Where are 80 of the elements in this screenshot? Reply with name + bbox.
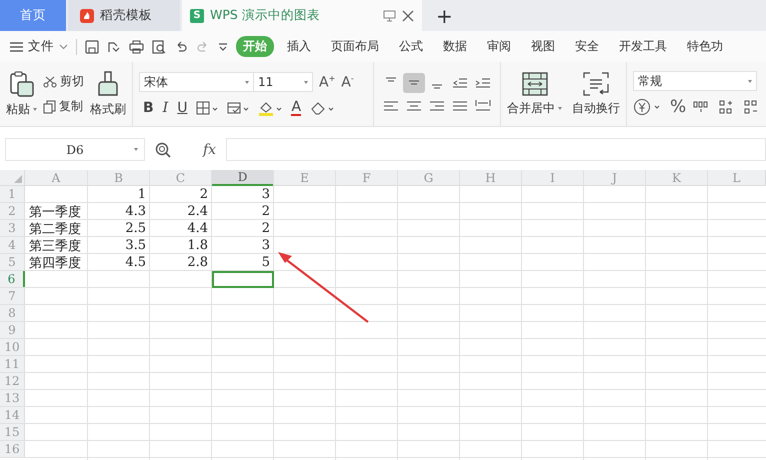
vertical-align-icon[interactable] <box>403 72 425 92</box>
column-header[interactable]: D <box>212 170 274 186</box>
italic-button[interactable]: I <box>162 100 168 116</box>
shrink-font-button[interactable]: A$^{-}$ <box>341 74 354 90</box>
font-dropdown[interactable]: 宋体 <box>139 72 254 92</box>
paste-button[interactable]: 粘贴 <box>6 70 37 118</box>
formula-field[interactable] <box>226 138 766 161</box>
sheet-logo-icon: S <box>190 8 204 22</box>
ribbon-tab[interactable]: 页面布局 <box>324 36 386 57</box>
bold-button[interactable]: B <box>143 100 154 116</box>
ribbon-tab[interactable]: 开发工具 <box>612 36 674 57</box>
wrap-text-button[interactable]: 自动换行 <box>572 72 620 116</box>
function-button[interactable]: fx <box>203 142 216 158</box>
table-cell-text: 2.8 <box>186 254 209 271</box>
table-cell-text: 1 <box>136 186 147 203</box>
save-icon[interactable] <box>85 40 99 54</box>
font-size-dropdown[interactable]: 11 <box>253 72 313 92</box>
name-box[interactable]: D6 <box>5 138 145 161</box>
new-tab-button[interactable]: + <box>430 0 459 31</box>
table-cell-text: 5 <box>260 254 271 271</box>
export-icon[interactable] <box>107 40 121 54</box>
row-header[interactable]: 6 <box>0 271 25 288</box>
table-cell-text: 4.5 <box>124 254 147 271</box>
ribbon-tab[interactable]: 视图 <box>524 36 562 57</box>
table-cell-text: 2.5 <box>124 220 147 237</box>
flame-logo-icon <box>80 8 94 22</box>
brush-icon <box>97 70 119 96</box>
close-icon[interactable] <box>402 10 414 22</box>
table-cell-text: 第三季度 <box>28 238 82 254</box>
document-tab[interactable]: 首页 <box>0 0 66 31</box>
table-cell-text: 第一季度 <box>28 204 82 220</box>
print-preview-icon[interactable] <box>152 40 166 54</box>
ribbon-tab[interactable]: 特色功 <box>680 36 730 57</box>
number-format-dropdown[interactable]: 常规 <box>633 71 757 91</box>
underline-button[interactable]: U <box>177 100 188 116</box>
grow-font-button[interactable]: A$^{+}$ <box>319 74 336 90</box>
wrap-text-icon <box>583 72 609 96</box>
ribbon-tab[interactable]: 公式 <box>392 36 430 57</box>
table-cell-text: 第四季度 <box>28 254 82 271</box>
print-icon[interactable] <box>129 40 144 54</box>
table-cell-text: 3 <box>260 186 271 203</box>
merge-cells-icon <box>522 72 548 96</box>
format-painter-button[interactable]: 格式刷 <box>90 70 126 118</box>
table-cell-text: 3 <box>260 237 271 254</box>
file-menu[interactable]: 文件 <box>10 38 68 55</box>
borders-icon[interactable] <box>196 101 218 115</box>
scissors-icon <box>43 76 57 88</box>
table-cell-text: 1.8 <box>186 237 209 254</box>
monitor-icon[interactable] <box>383 10 396 22</box>
menu-icon <box>10 42 23 52</box>
zoom-icon[interactable] <box>155 142 171 158</box>
table-cell-text: 第二季度 <box>28 220 82 237</box>
table-cell-text: 3.5 <box>124 237 147 254</box>
document-tab[interactable]: 稻壳模板 <box>68 0 180 31</box>
ribbon-tab[interactable]: 开始 <box>236 36 274 57</box>
ribbon-tab[interactable]: 插入 <box>280 36 318 57</box>
clipboard-icon <box>10 70 34 96</box>
chevron-down-icon <box>59 44 68 50</box>
table-cell-text: 4.3 <box>124 203 147 220</box>
fill-color-icon[interactable] <box>258 100 282 116</box>
ribbon-tab[interactable]: 数据 <box>436 36 474 57</box>
merge-center-button[interactable]: 合并居中 <box>507 72 562 116</box>
table-cell-text: 2.4 <box>186 203 209 220</box>
copy-button[interactable]: 复制 <box>43 98 84 115</box>
ribbon-tab[interactable]: 安全 <box>568 36 606 57</box>
cut-button[interactable]: 剪切 <box>43 73 84 90</box>
customize-icon[interactable] <box>218 42 228 52</box>
copy-icon <box>43 100 56 114</box>
active-cell[interactable] <box>212 271 274 288</box>
ribbon-tab[interactable]: 审阅 <box>480 36 518 57</box>
table-cell-text: 2 <box>260 220 271 237</box>
table-cell-text: 4.4 <box>186 220 209 237</box>
percent-button[interactable]: % <box>670 97 686 117</box>
cell-style-icon[interactable] <box>227 101 250 115</box>
table-cell-text: 2 <box>198 186 209 203</box>
eraser-icon[interactable] <box>310 100 334 116</box>
table-cell-text: 2 <box>260 203 271 220</box>
font-color-button[interactable]: A <box>291 100 302 116</box>
thousands-separator-icon[interactable] <box>693 99 710 115</box>
document-tab[interactable]: S WPS 演示中的图表 <box>182 0 422 31</box>
